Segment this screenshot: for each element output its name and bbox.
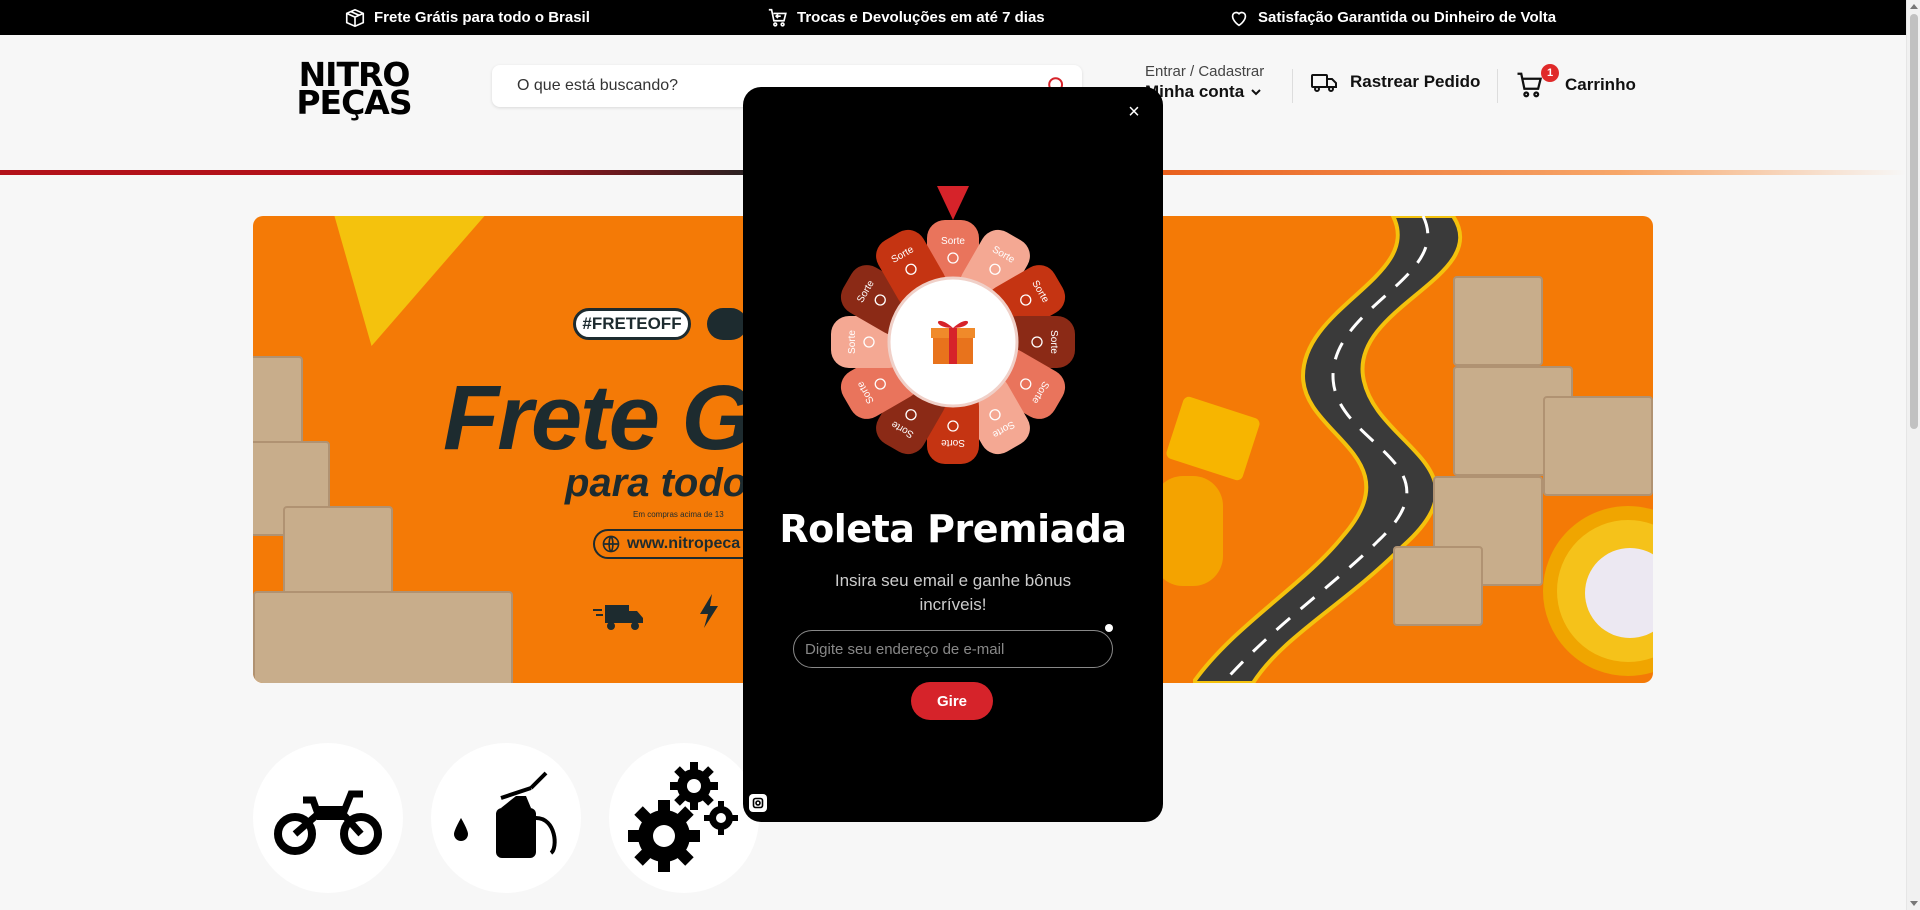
wheel-segment-label: Sorte	[1048, 330, 1059, 354]
motorcycle-icon	[274, 790, 382, 855]
satisfaction-text: Satisfação Garantida ou Dinheiro de Volt…	[1258, 9, 1557, 26]
prize-wheel-popup: × Sorte Sorte Sorte Sorte Sorte Sorte Sorte Sor…	[743, 87, 1163, 822]
oil-can-icon	[454, 771, 557, 858]
cart-count-badge: 1	[1541, 64, 1559, 82]
track-order-label: Rastrear Pedido	[1350, 72, 1481, 91]
cart-return-icon	[768, 8, 787, 27]
category-parts[interactable]	[609, 743, 759, 893]
box-decoration	[253, 356, 303, 446]
search-input[interactable]: O que está buscando?	[517, 77, 678, 95]
freteoff-tag: #FRETEOFF	[573, 308, 691, 340]
banner-url-text: www.nitropeca	[627, 535, 741, 552]
box-icon	[345, 8, 365, 27]
returns-notice: Trocas e Devoluções em até 7 dias	[767, 7, 1045, 29]
page-scrollbar[interactable]	[1906, 0, 1920, 910]
scroll-down-arrow[interactable]	[1910, 901, 1918, 906]
header-divider	[1497, 69, 1498, 103]
returns-text: Trocas e Devoluções em até 7 dias	[797, 9, 1045, 26]
box-decoration	[1453, 276, 1543, 366]
category-motorcycles[interactable]	[253, 743, 403, 893]
free-shipping-text: Frete Grátis para todo o Brasil	[374, 9, 590, 26]
track-order-link[interactable]: Rastrear Pedido	[1310, 70, 1480, 94]
scrollbar-thumb[interactable]	[1910, 14, 1918, 429]
scroll-up-arrow[interactable]	[1910, 4, 1918, 9]
email-field[interactable]	[793, 630, 1113, 668]
banner-note: Em compras acima de 13	[633, 510, 724, 519]
popup-title: Roleta Premiada	[779, 507, 1127, 551]
banner-subtitle: para todo	[565, 461, 748, 505]
header-divider	[1292, 69, 1293, 103]
satisfaction-notice: Satisfação Garantida ou Dinheiro de Volt…	[1228, 7, 1556, 29]
free-shipping-notice: Frete Grátis para todo o Brasil	[344, 7, 590, 29]
tape-roll-decoration	[1543, 506, 1653, 676]
box-decoration	[1393, 546, 1483, 626]
top-announcement-bar: Frete Grátis para todo o Brasil Trocas e…	[0, 0, 1906, 35]
spin-button[interactable]: Gire	[911, 682, 993, 720]
wheel-segment-label: Sorte	[847, 330, 858, 354]
cart-label: Carrinho	[1565, 75, 1636, 94]
truck-icon	[1311, 74, 1337, 92]
required-indicator	[1105, 624, 1113, 632]
scooter-decoration	[1153, 476, 1223, 586]
heart-icon	[1231, 11, 1247, 26]
wheel-pointer	[937, 186, 969, 220]
cart-icon-wrapper: 1	[1515, 64, 1559, 100]
fast-truck-icon	[593, 605, 643, 630]
popup-description: Insira seu email e ganhe bônus incríveis…	[834, 571, 1072, 614]
wheel-segment-label: Sorte	[941, 437, 965, 448]
banner-title: Frete G	[443, 367, 753, 469]
lightning-icon	[700, 594, 718, 628]
box-decoration	[253, 591, 513, 683]
login-register-link[interactable]: Entrar / Cadastrar	[1145, 63, 1264, 80]
wheel-segment-label: Sorte	[941, 236, 965, 247]
box-decoration	[1543, 396, 1653, 496]
chevron-down-icon	[1251, 89, 1261, 96]
cart-link[interactable]: 1 Carrinho	[1515, 64, 1636, 100]
yellow-triangle-decoration	[311, 216, 485, 346]
category-lubricants[interactable]	[431, 743, 581, 893]
globe-icon	[602, 535, 620, 553]
widget-brand-icon[interactable]	[749, 794, 767, 812]
freteoff-tag-text: #FRETEOFF	[582, 314, 682, 333]
my-account-dropdown[interactable]: Minha conta	[1145, 82, 1264, 102]
banner-dark-tag	[707, 308, 747, 340]
site-logo[interactable]: NITRO PEÇAS	[278, 58, 430, 123]
close-icon[interactable]: ×	[1123, 101, 1145, 123]
account-menu[interactable]: Entrar / Cadastrar Minha conta	[1145, 63, 1264, 102]
gears-icon	[628, 762, 738, 872]
prize-wheel: SorteSorteSorteSorteSorteSorteSorteSorte…	[831, 186, 1075, 464]
logo-line-2: PEÇAS	[296, 83, 412, 123]
